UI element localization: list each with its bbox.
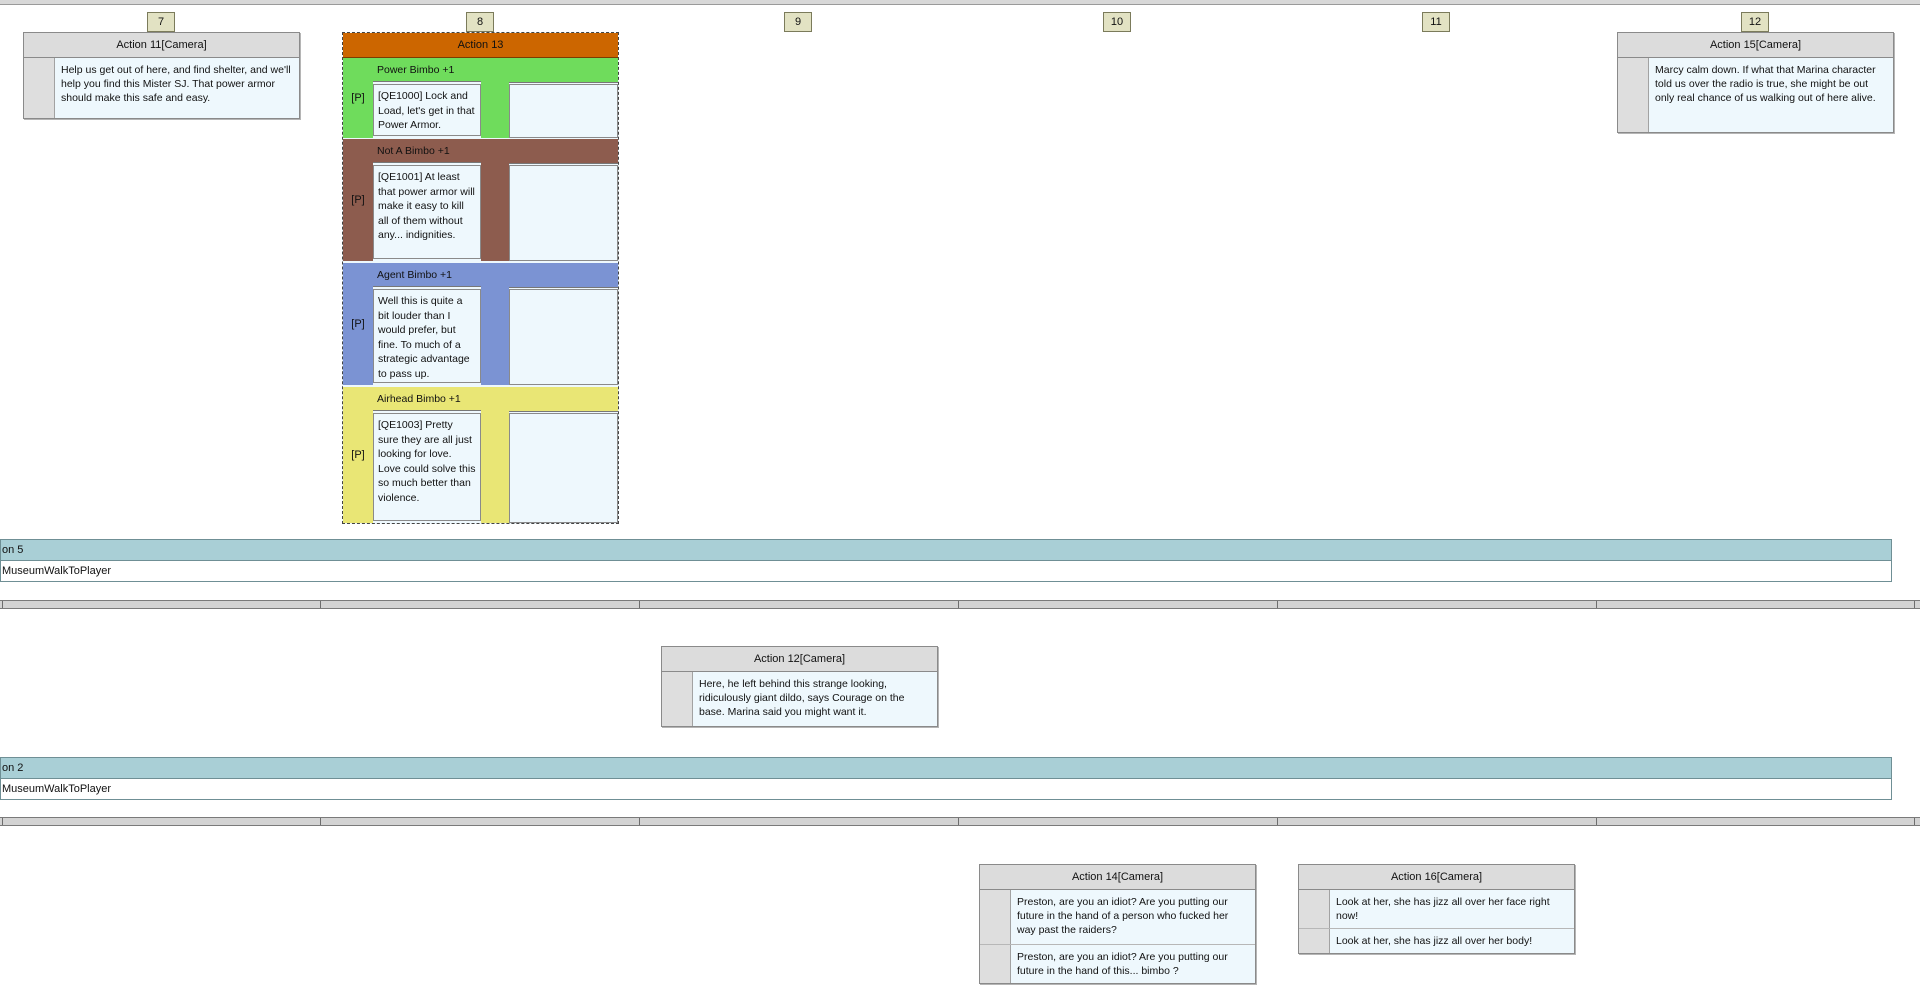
ruler-tick — [1914, 818, 1915, 825]
ruler-tick — [958, 818, 959, 825]
choice-power-bimbo[interactable]: [P] Power Bimbo +1 [QE1000] Lock and Loa… — [343, 58, 618, 138]
ruler-tick — [320, 601, 321, 608]
column-number-7: 7 — [147, 12, 175, 32]
action-14-title: Action 14[Camera] — [980, 865, 1255, 890]
action-16-title: Action 16[Camera] — [1299, 865, 1574, 890]
choice-not-a-bimbo[interactable]: [P] Not A Bimbo +1 [QE1001] At least tha… — [343, 139, 618, 261]
ruler-tick — [1277, 601, 1278, 608]
band-title: on 5 — [0, 539, 1892, 561]
choice-color-strip — [481, 387, 509, 523]
line-gutter — [980, 945, 1011, 983]
column-number-10: 10 — [1103, 12, 1131, 32]
choice-response-box[interactable] — [509, 289, 618, 385]
choice-header-right — [509, 58, 618, 83]
player-marker: [P] — [343, 139, 373, 261]
choice-label[interactable]: Power Bimbo +1 — [373, 58, 481, 82]
action-12-title: Action 12[Camera] — [662, 647, 937, 672]
line-gutter — [1618, 58, 1649, 132]
ruler-tick — [320, 818, 321, 825]
choice-agent-bimbo[interactable]: [P] Agent Bimbo +1 Well this is quite a … — [343, 263, 618, 385]
scene-band-5[interactable]: on 5 MuseumWalkToPlayer — [0, 539, 1892, 582]
column-number-12: 12 — [1741, 12, 1769, 32]
player-marker: [P] — [343, 387, 373, 523]
dialogue-line[interactable]: Look at her, she has jizz all over her b… — [1299, 929, 1574, 953]
column-number-11: 11 — [1422, 12, 1450, 32]
line-gutter — [24, 58, 55, 118]
dialogue-text: Preston, are you an idiot? Are you putti… — [1017, 951, 1228, 977]
timeline-ruler[interactable] — [0, 600, 1920, 609]
ruler-tick — [639, 818, 640, 825]
choice-header-right — [509, 263, 618, 288]
player-marker: [P] — [343, 263, 373, 385]
dialogue-line[interactable]: Here, he left behind this strange lookin… — [662, 672, 937, 726]
column-number-9: 9 — [784, 12, 812, 32]
choice-response-box[interactable] — [509, 165, 618, 261]
choice-response-box[interactable] — [509, 413, 618, 523]
band-body: MuseumWalkToPlayer — [0, 779, 1892, 800]
timeline-ruler[interactable] — [0, 817, 1920, 826]
choice-airhead-bimbo[interactable]: [P] Airhead Bimbo +1 [QE1003] Pretty sur… — [343, 387, 618, 523]
choice-response-box[interactable] — [509, 84, 618, 138]
action-13-choice-block[interactable]: Action 13 [P] Power Bimbo +1 [QE1000] Lo… — [342, 32, 619, 524]
dialogue-line[interactable]: Preston, are you an idiot? Are you putti… — [980, 945, 1255, 983]
choice-header-right — [509, 139, 618, 164]
line-gutter — [980, 890, 1011, 944]
action-15-title: Action 15[Camera] — [1618, 33, 1893, 58]
dialogue-text: Look at her, she has jizz all over her b… — [1336, 935, 1533, 947]
choice-color-strip — [481, 263, 509, 385]
dialogue-line[interactable]: Marcy calm down. If what that Marina cha… — [1618, 58, 1893, 132]
action-12-card[interactable]: Action 12[Camera] Here, he left behind t… — [661, 646, 938, 727]
choice-text[interactable]: [QE1003] Pretty sure they are all just l… — [373, 413, 481, 521]
ruler-tick — [639, 601, 640, 608]
choice-color-strip — [481, 139, 509, 261]
choice-header-right — [509, 387, 618, 412]
ruler-tick — [1596, 601, 1597, 608]
dialogue-line[interactable]: Preston, are you an idiot? Are you putti… — [980, 890, 1255, 945]
choice-text[interactable]: Well this is quite a bit louder than I w… — [373, 289, 481, 383]
ruler-tick — [1277, 818, 1278, 825]
dialogue-text: Preston, are you an idiot? Are you putti… — [1017, 896, 1229, 936]
choice-text[interactable]: [QE1001] At least that power armor will … — [373, 165, 481, 259]
action-11-title: Action 11[Camera] — [24, 33, 299, 58]
dialogue-text: Here, he left behind this strange lookin… — [699, 678, 905, 718]
dialogue-line[interactable]: Help us get out of here, and find shelte… — [24, 58, 299, 118]
ruler-tick — [958, 601, 959, 608]
dialogue-text: Help us get out of here, and find shelte… — [61, 64, 291, 104]
choice-label[interactable]: Not A Bimbo +1 — [373, 139, 481, 163]
ruler-tick — [2, 601, 3, 608]
dialogue-line[interactable]: Look at her, she has jizz all over her f… — [1299, 890, 1574, 929]
top-scrollbar-line — [0, 0, 1920, 5]
action-13-title: Action 13 — [343, 33, 618, 58]
line-gutter — [662, 672, 693, 726]
choice-color-strip — [481, 58, 509, 138]
action-11-card[interactable]: Action 11[Camera] Help us get out of her… — [23, 32, 300, 119]
action-16-card[interactable]: Action 16[Camera] Look at her, she has j… — [1298, 864, 1575, 954]
column-number-8: 8 — [466, 12, 494, 32]
choice-text[interactable]: [QE1000] Lock and Load, let's get in tha… — [373, 84, 481, 136]
action-15-card[interactable]: Action 15[Camera] Marcy calm down. If wh… — [1617, 32, 1894, 133]
action-14-card[interactable]: Action 14[Camera] Preston, are you an id… — [979, 864, 1256, 984]
choice-label[interactable]: Agent Bimbo +1 — [373, 263, 481, 287]
line-gutter — [1299, 890, 1330, 928]
line-gutter — [1299, 929, 1330, 953]
player-marker: [P] — [343, 58, 373, 138]
scene-band-2[interactable]: on 2 MuseumWalkToPlayer — [0, 757, 1892, 800]
band-body: MuseumWalkToPlayer — [0, 561, 1892, 582]
band-title: on 2 — [0, 757, 1892, 779]
dialogue-text: Look at her, she has jizz all over her f… — [1336, 896, 1550, 922]
ruler-tick — [1596, 818, 1597, 825]
dialogue-text: Marcy calm down. If what that Marina cha… — [1655, 64, 1876, 104]
choice-label[interactable]: Airhead Bimbo +1 — [373, 387, 481, 411]
ruler-tick — [1914, 601, 1915, 608]
ruler-tick — [2, 818, 3, 825]
